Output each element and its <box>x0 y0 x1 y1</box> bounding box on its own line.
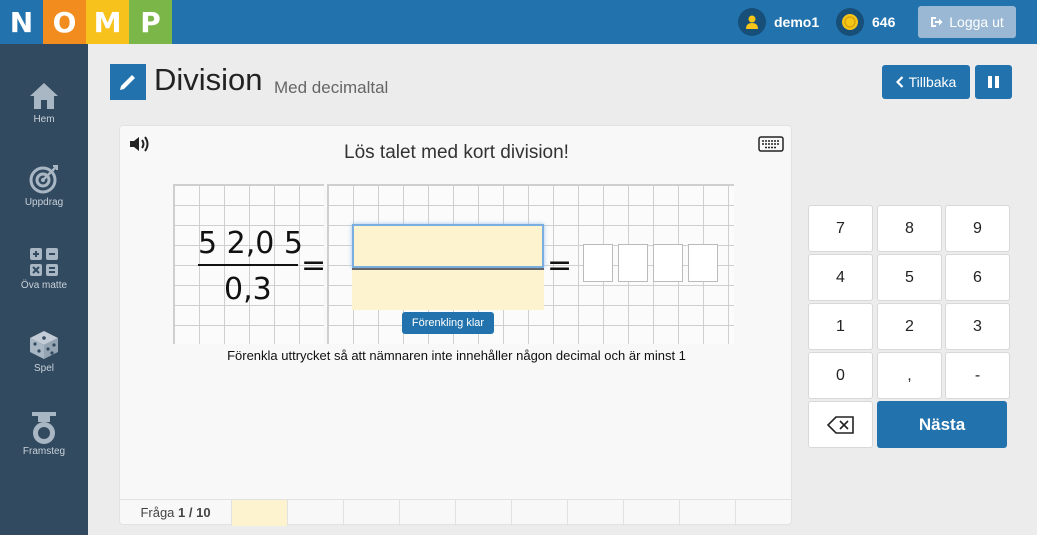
backspace-icon <box>826 415 854 434</box>
keypad-key[interactable]: 1 <box>808 303 873 350</box>
keypad-key[interactable]: - <box>945 352 1010 399</box>
username: demo1 <box>774 14 820 30</box>
chevron-left-icon <box>895 76 903 88</box>
medal-icon <box>0 410 88 446</box>
target-icon <box>0 161 88 197</box>
fraction-denominator: 0,3 <box>224 272 272 307</box>
keypad-key[interactable]: 2 <box>877 303 942 350</box>
logout-icon <box>931 17 943 27</box>
progress-segment <box>567 500 623 526</box>
pause-button[interactable] <box>975 65 1012 99</box>
sidebar-item-ova-matte[interactable]: Öva matte <box>0 244 88 314</box>
user-profile[interactable]: demo1 <box>738 8 819 36</box>
sidebar: Hem Uppdrag Öva matte Spel Framsteg <box>0 44 88 535</box>
keypad-key[interactable]: 7 <box>808 205 873 252</box>
pencil-icon <box>110 64 146 100</box>
simplification-done-button[interactable]: Förenkling klar <box>402 312 494 334</box>
progress-segment <box>287 500 343 526</box>
keypad-key[interactable]: 6 <box>945 254 1010 301</box>
numerator-input[interactable] <box>352 224 544 268</box>
progress-segment <box>455 500 511 526</box>
answer-digit-box[interactable] <box>618 244 648 282</box>
keypad-key[interactable]: 0 <box>808 352 873 399</box>
page-title: Division <box>154 62 263 97</box>
coin-icon <box>836 8 864 36</box>
keypad-key[interactable]: 9 <box>945 205 1010 252</box>
equals-sign-answer: = <box>547 248 573 283</box>
logout-label: Logga ut <box>949 14 1004 30</box>
sidebar-item-framsteg[interactable]: Framsteg <box>0 410 88 480</box>
question-counter-prefix: Fråga <box>140 505 175 520</box>
back-button[interactable]: Tillbaka <box>882 65 970 99</box>
answer-digit-box[interactable] <box>653 244 683 282</box>
question-counter: Fråga 1 / 10 <box>120 500 231 525</box>
sidebar-item-label: Öva matte <box>20 280 68 291</box>
home-icon <box>0 78 88 114</box>
next-button[interactable]: Nästa <box>877 401 1007 448</box>
calculator-icon <box>0 244 88 280</box>
exercise-card: Lös talet med kort division! 5 2,0 5 0,3… <box>119 125 792 526</box>
top-bar: NOMP demo1 646 Logga ut <box>0 0 1037 44</box>
denominator-input[interactable] <box>352 270 544 310</box>
pause-icon-bar <box>995 76 999 88</box>
sidebar-item-home[interactable]: Hem <box>0 78 88 148</box>
question-counter-value: 1 / 10 <box>178 505 211 520</box>
sidebar-item-label: Uppdrag <box>24 197 64 208</box>
keypad-key[interactable]: 8 <box>877 205 942 252</box>
fraction-line <box>198 264 298 266</box>
progress-segment <box>679 500 735 526</box>
progress-segment <box>623 500 679 526</box>
keypad-key[interactable]: 4 <box>808 254 873 301</box>
hint-text: Förenkla uttrycket så att nämnaren inte … <box>227 348 686 363</box>
backspace-button[interactable] <box>808 401 873 448</box>
progress-segment <box>343 500 399 526</box>
back-label: Tillbaka <box>908 74 957 90</box>
nomp-logo[interactable]: NOMP <box>0 0 172 44</box>
sidebar-item-label: Framsteg <box>22 446 66 457</box>
progress-segment <box>231 500 287 526</box>
logo-letter: N <box>0 0 43 44</box>
logout-button[interactable]: Logga ut <box>918 6 1016 38</box>
coin-counter[interactable]: 646 <box>836 8 895 36</box>
keypad-key[interactable]: 5 <box>877 254 942 301</box>
logo-letter: M <box>86 0 129 44</box>
logo-letter: P <box>129 0 172 44</box>
user-icon <box>738 8 766 36</box>
coin-count: 646 <box>872 14 896 30</box>
keypad-key[interactable]: , <box>877 352 942 399</box>
pause-icon <box>988 76 992 88</box>
equals-sign: = <box>301 248 327 283</box>
answer-digit-box[interactable] <box>688 244 718 282</box>
logo-letter: O <box>43 0 86 44</box>
keypad-key[interactable]: 3 <box>945 303 1010 350</box>
progress-bar: Fråga 1 / 10 <box>120 499 791 526</box>
progress-segments <box>231 500 791 526</box>
progress-segment <box>399 500 455 526</box>
sidebar-item-uppdrag[interactable]: Uppdrag <box>0 161 88 231</box>
sidebar-item-label: Spel <box>33 363 54 374</box>
sidebar-item-spel[interactable]: Spel <box>0 327 88 397</box>
answer-digit-box[interactable] <box>583 244 613 282</box>
progress-segment <box>511 500 567 526</box>
dice-icon <box>0 327 88 363</box>
progress-segment <box>735 500 791 526</box>
fraction-numerator: 5 2,0 5 <box>198 226 303 261</box>
instruction-text: Lös talet med kort division! <box>344 142 569 163</box>
sidebar-item-label: Hem <box>33 114 55 125</box>
page-subtitle: Med decimaltal <box>274 78 389 97</box>
